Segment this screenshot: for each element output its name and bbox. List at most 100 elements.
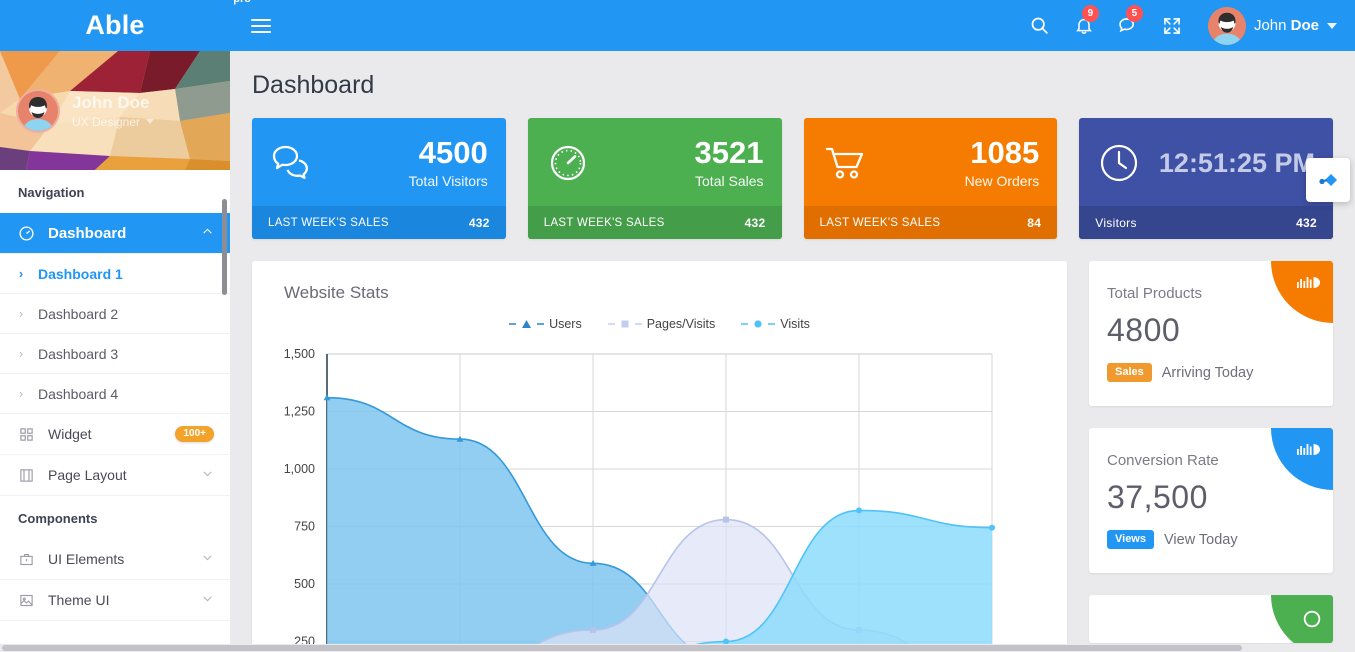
sidebar-item-label: Theme UI bbox=[48, 592, 110, 608]
circle-marker-icon bbox=[754, 320, 762, 328]
chevron-up-icon bbox=[201, 225, 214, 242]
top-navbar: Able pro 9 5 bbox=[0, 0, 1355, 51]
data-point[interactable] bbox=[590, 627, 596, 633]
status-badge: Views bbox=[1107, 530, 1154, 549]
chat-bubbles-icon bbox=[270, 143, 322, 183]
stat-foot-value: 432 bbox=[468, 215, 490, 230]
stat-value: 12:51:25 PM bbox=[1158, 147, 1315, 178]
stat-card-footer: Visitors 432 bbox=[1079, 206, 1333, 239]
sidebar-item-dashboard-4[interactable]: › Dashboard 4 bbox=[0, 374, 230, 414]
y-axis-tick-label: 750 bbox=[294, 520, 315, 534]
stat-card-footer: LAST WEEK'S SALES 432 bbox=[527, 206, 782, 239]
mini-card-total-products[interactable]: Total Products 4800 Sales Arriving Today bbox=[1089, 261, 1333, 406]
chevron-down-icon bbox=[1327, 22, 1337, 29]
hamburger-icon[interactable] bbox=[238, 0, 284, 51]
stat-value: 4500 bbox=[418, 135, 488, 171]
area-chart[interactable]: 1,500 1,250 1,000 750 500 250 bbox=[252, 339, 1067, 652]
sidebar-item-label: Widget bbox=[48, 426, 92, 442]
stat-foot-label: LAST WEEK'S SALES bbox=[819, 216, 941, 229]
sidebar-item-ui-elements[interactable]: UI Elements bbox=[0, 539, 230, 580]
soundwave-icon bbox=[1297, 444, 1320, 455]
grid-icon bbox=[16, 427, 36, 442]
card-corner-accent bbox=[1271, 595, 1333, 643]
circle-icon bbox=[1303, 610, 1321, 628]
legend-item-pages-visits[interactable]: Pages/Visits bbox=[607, 317, 715, 331]
bell-icon[interactable]: 9 bbox=[1062, 0, 1106, 51]
sidebar-subitem-label: Dashboard 2 bbox=[38, 305, 119, 322]
sidebar-item-label: Dashboard bbox=[48, 224, 127, 242]
legend-item-users[interactable]: Users bbox=[509, 317, 582, 331]
mini-card-third-partial[interactable] bbox=[1089, 595, 1333, 643]
status-badge: Sales bbox=[1107, 363, 1152, 382]
legend-item-visits[interactable]: Visits bbox=[741, 317, 810, 331]
main-content: Dashboard 4500 Total Visitors LAST WEEK'… bbox=[230, 51, 1355, 652]
stat-value: 3521 bbox=[694, 135, 764, 171]
stat-label: Total Sales bbox=[695, 172, 764, 189]
content-row: Website Stats Users Pages/Visits Visits … bbox=[230, 239, 1355, 652]
triangle-marker-icon bbox=[522, 320, 532, 328]
stat-card-values: 12:51:25 PM bbox=[1158, 147, 1315, 178]
mini-card-footer: Sales Arriving Today bbox=[1107, 363, 1333, 382]
page-title: Dashboard bbox=[252, 71, 375, 99]
fullscreen-icon[interactable] bbox=[1150, 0, 1194, 51]
stat-card-body: 12:51:25 PM bbox=[1079, 118, 1333, 206]
sidebar-item-widget[interactable]: Widget 100+ bbox=[0, 414, 230, 455]
stat-card-clock[interactable]: 12:51:25 PM Visitors 432 bbox=[1079, 118, 1333, 239]
sidebar-item-dashboard-3[interactable]: › Dashboard 3 bbox=[0, 334, 230, 374]
stat-card-values: 3521 Total Sales bbox=[695, 137, 764, 189]
chat-icon[interactable]: 5 bbox=[1106, 0, 1150, 51]
data-point[interactable] bbox=[856, 507, 862, 514]
stat-card-values: 4500 Total Visitors bbox=[409, 137, 488, 189]
legend-label: Users bbox=[549, 317, 582, 331]
stat-card-total-sales[interactable]: 3521 Total Sales LAST WEEK'S SALES 432 bbox=[527, 118, 782, 239]
sidebar-item-theme-ui[interactable]: Theme UI bbox=[0, 580, 230, 621]
brand-text: Able bbox=[85, 10, 145, 40]
data-point[interactable] bbox=[989, 524, 995, 531]
sidebar-avatar bbox=[16, 88, 60, 133]
stat-foot-label: LAST WEEK'S SALES bbox=[543, 216, 665, 229]
website-stats-card: Website Stats Users Pages/Visits Visits … bbox=[252, 261, 1067, 652]
chart-legend: Users Pages/Visits Visits bbox=[252, 317, 1067, 331]
stat-card-total-visitors[interactable]: 4500 Total Visitors LAST WEEK'S SALES 43… bbox=[252, 118, 506, 239]
mini-card-conversion-rate[interactable]: Conversion Rate 37,500 Views View Today bbox=[1089, 428, 1333, 573]
horizontal-scrollbar-thumb[interactable] bbox=[2, 645, 1242, 651]
stat-label: New Orders bbox=[964, 172, 1040, 189]
stat-card-body: 1085 New Orders bbox=[804, 118, 1058, 206]
sidebar-scrollbar-thumb[interactable] bbox=[222, 199, 227, 295]
stat-foot-value: 432 bbox=[744, 215, 766, 230]
stat-card-new-orders[interactable]: 1085 New Orders LAST WEEK'S SALES 84 bbox=[803, 118, 1058, 239]
sidebar-item-page-layout[interactable]: Page Layout bbox=[0, 455, 230, 496]
stat-cards-row: 4500 Total Visitors LAST WEEK'S SALES 43… bbox=[230, 100, 1355, 239]
hamburger-line bbox=[251, 18, 271, 21]
y-axis-tick-label: 1,500 bbox=[284, 347, 315, 361]
theme-settings-button[interactable] bbox=[1306, 158, 1350, 202]
data-point[interactable] bbox=[723, 516, 729, 523]
sidebar-item-dashboard-2[interactable]: › Dashboard 2 bbox=[0, 294, 230, 334]
sidebar-item-label: UI Elements bbox=[48, 551, 125, 567]
chevron-down-icon bbox=[146, 119, 155, 125]
chevron-down-icon bbox=[201, 592, 214, 608]
y-axis-tick-label: 500 bbox=[294, 577, 315, 591]
chevron-right-icon: › bbox=[18, 306, 24, 321]
stat-card-footer: LAST WEEK'S SALES 84 bbox=[803, 206, 1058, 239]
nav-caption-navigation: Navigation bbox=[0, 170, 230, 213]
sidebar-item-label: Page Layout bbox=[48, 467, 127, 483]
widget-badge: 100+ bbox=[175, 426, 214, 442]
brand-logo[interactable]: Able pro bbox=[0, 0, 251, 51]
profile-menu[interactable]: John Doe bbox=[1207, 6, 1337, 45]
clock-icon bbox=[1097, 141, 1149, 185]
mini-card-value: 37,500 bbox=[1107, 479, 1208, 515]
brand-superscript: pro bbox=[233, 0, 251, 5]
briefcase-icon bbox=[16, 552, 36, 567]
sidebar-subitem-label: Dashboard 1 bbox=[38, 265, 123, 282]
sidebar: John Doe UX Designer Navigation Dashboar… bbox=[0, 51, 230, 652]
sidebar-item-dashboard-1[interactable]: › Dashboard 1 bbox=[0, 254, 230, 294]
mini-card-footer: Views View Today bbox=[1107, 530, 1333, 549]
chat-badge: 5 bbox=[1125, 5, 1143, 22]
sidebar-item-dashboard[interactable]: Dashboard bbox=[0, 213, 230, 254]
topbar-actions: 9 5 John Doe bbox=[1018, 0, 1355, 51]
sidebar-user-box[interactable]: John Doe UX Designer bbox=[0, 51, 230, 170]
stat-foot-label: LAST WEEK'S SALES bbox=[268, 216, 389, 229]
horizontal-scrollbar-track[interactable] bbox=[0, 644, 1355, 652]
search-icon[interactable] bbox=[1018, 0, 1062, 51]
